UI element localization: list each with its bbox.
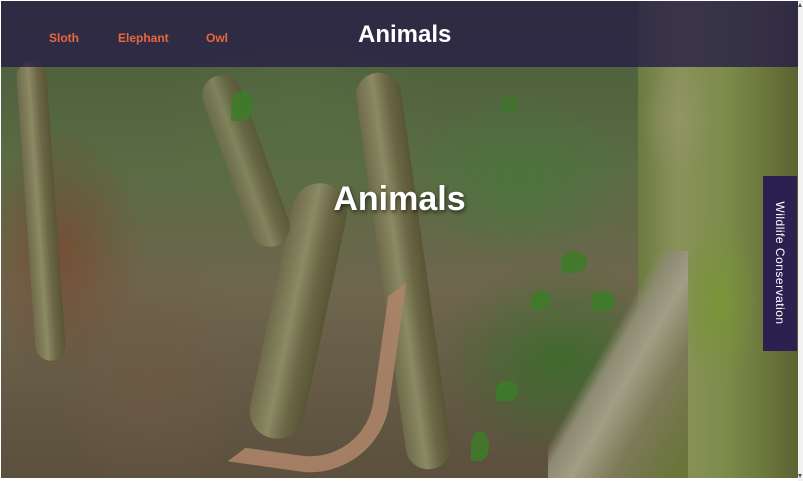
hero-title: Animals (333, 180, 466, 218)
wildlife-conservation-tab[interactable]: Wildlife Conservation (763, 176, 797, 351)
nav-link-elephant[interactable]: Elephant (118, 31, 169, 45)
nav-brand-title: Animals (358, 21, 452, 48)
page-viewport: Sloth Elephant Owl Animals Animals (1, 1, 798, 478)
top-navbar: Sloth Elephant Owl Animals (1, 1, 798, 67)
side-tab-label: Wildlife Conservation (773, 201, 787, 325)
scroll-down-arrow-icon[interactable] (798, 474, 802, 478)
nav-link-sloth[interactable]: Sloth (49, 31, 79, 45)
page-scrollbar[interactable] (798, 0, 803, 481)
scroll-up-arrow-icon[interactable] (798, 3, 802, 7)
hero-background-image (1, 1, 798, 478)
nav-link-owl[interactable]: Owl (206, 31, 228, 45)
